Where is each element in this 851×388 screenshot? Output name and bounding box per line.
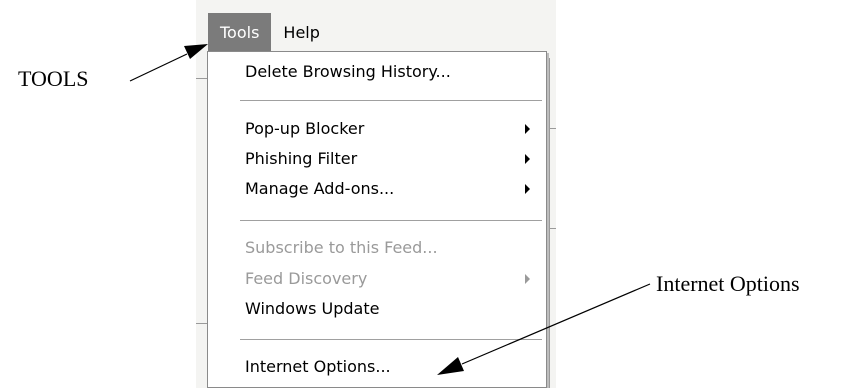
window-edge-line (549, 228, 556, 229)
submenu-arrow-icon (525, 154, 530, 164)
callout-tools-label: TOOLS (18, 66, 89, 91)
menu-bar: Tools Help (208, 13, 556, 51)
menu-item-phishing-filter[interactable]: Phishing Filter (245, 145, 357, 173)
menu-item-manage-addons[interactable]: Manage Add-ons... (245, 175, 394, 203)
menu-item-popup-blocker[interactable]: Pop-up Blocker (245, 115, 364, 143)
menu-item-subscribe-feed: Subscribe to this Feed... (245, 238, 438, 257)
window-edge-line (549, 128, 556, 129)
submenu-arrow-icon (525, 124, 530, 134)
menu-separator (240, 339, 542, 341)
menu-separator (240, 100, 542, 102)
window-edge-line (549, 58, 550, 388)
menu-tools[interactable]: Tools (208, 13, 272, 51)
menu-help[interactable]: Help (271, 13, 331, 51)
callout-internet-options-label: Internet Options (656, 271, 800, 296)
tools-dropdown-menu: Delete Browsing History... Pop-up Blocke… (207, 51, 547, 388)
window-edge-line (196, 78, 207, 79)
menu-separator (240, 220, 542, 222)
submenu-arrow-icon (525, 184, 530, 194)
menu-item-feed-discovery: Feed Discovery (245, 269, 368, 288)
menu-item-internet-options[interactable]: Internet Options... (245, 353, 391, 381)
submenu-arrow-icon (525, 274, 530, 284)
menu-item-windows-update[interactable]: Windows Update (245, 295, 379, 323)
menu-item-delete-browsing-history[interactable]: Delete Browsing History... (245, 58, 451, 86)
window-edge-line (196, 323, 207, 324)
